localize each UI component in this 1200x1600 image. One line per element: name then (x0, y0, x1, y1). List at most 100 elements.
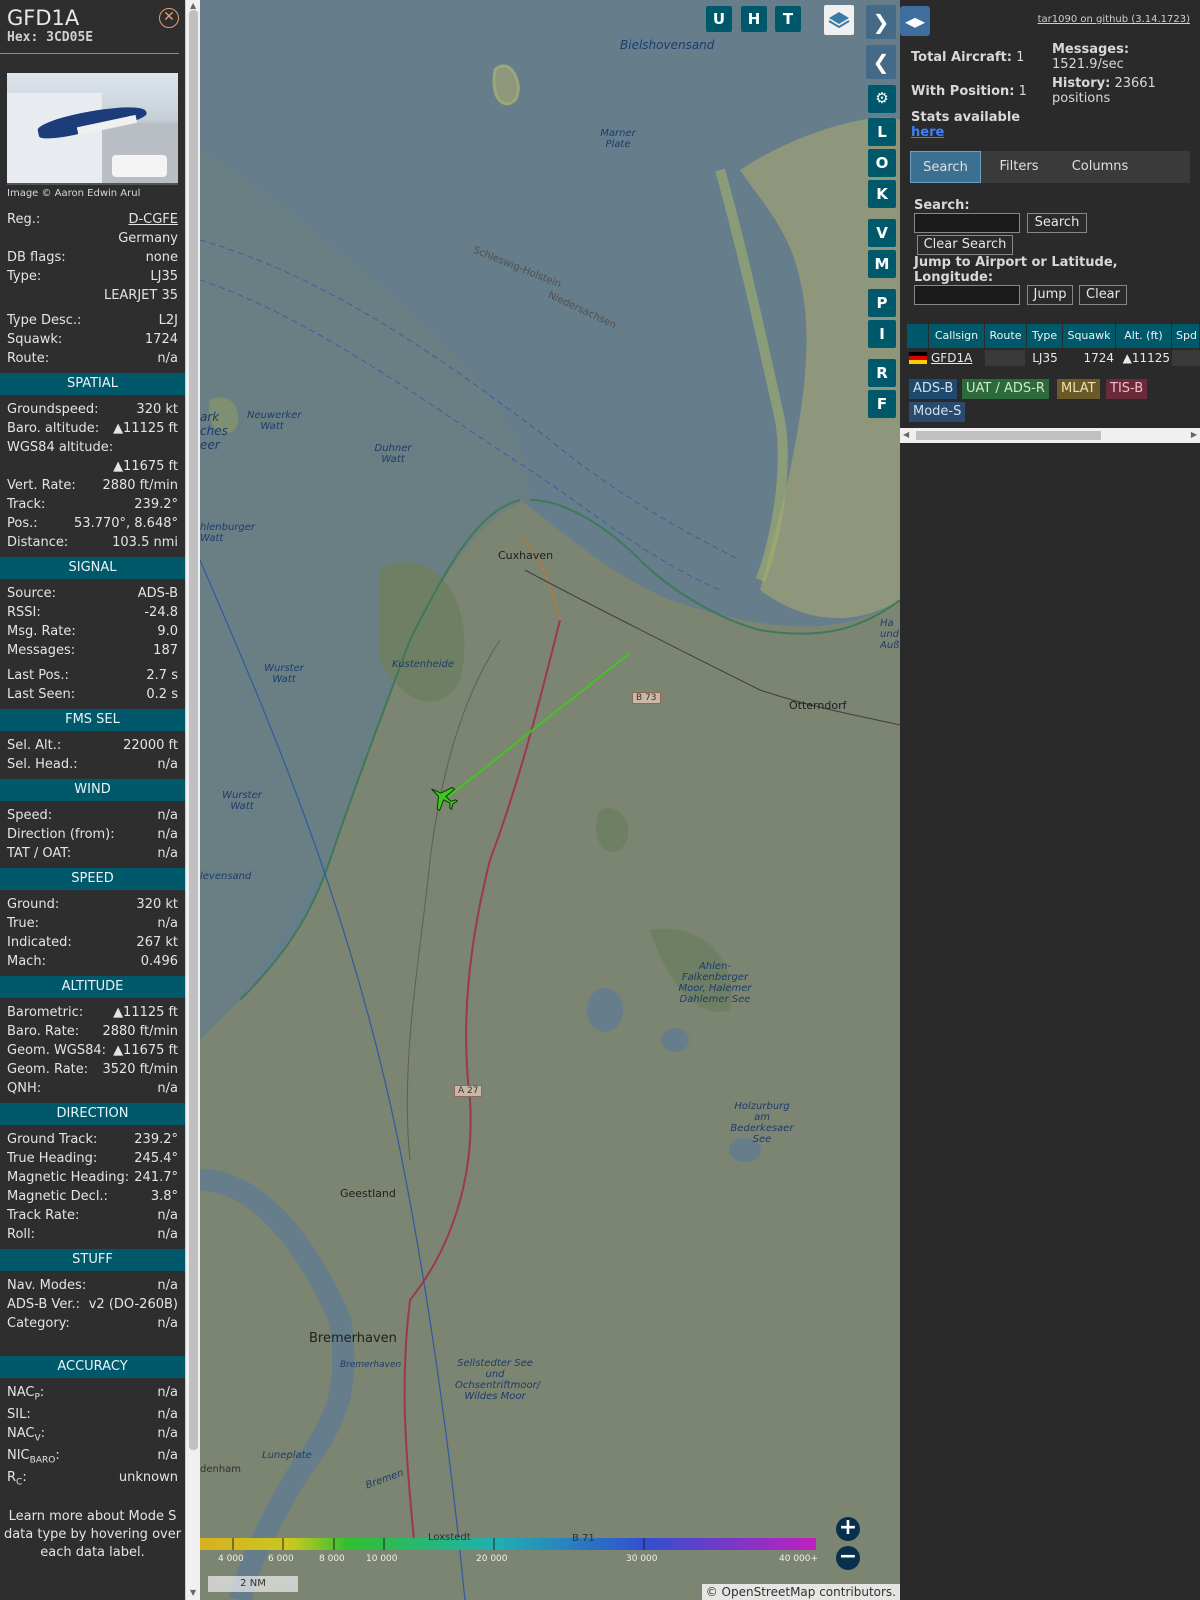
table-header-callsign[interactable]: Callsign (929, 324, 985, 348)
toggle-k-button[interactable]: K (868, 180, 896, 208)
close-icon[interactable]: ✕ (159, 8, 179, 28)
info-scrollbar[interactable]: ▲ ▼ (185, 0, 200, 1600)
table-header-speed[interactable]: Spd (1172, 324, 1200, 348)
geom-wgs-row: Geom. WGS84: ▲11675 ft (7, 1043, 178, 1058)
tab-search[interactable]: Search (910, 151, 981, 183)
section-direction: DIRECTION (0, 1103, 185, 1125)
collapse-left-icon[interactable]: ❮ (866, 45, 896, 79)
mag-decl-row: Magnetic Decl.: 3.8° (7, 1189, 178, 1204)
total-aircraft-stat: Total Aircraft: 1 (911, 50, 1025, 65)
table-header-flag[interactable] (907, 324, 929, 348)
toggle-m-button[interactable]: M (868, 250, 896, 278)
registration-link[interactable]: D-CGFE (128, 210, 178, 229)
aircraft-photo[interactable] (7, 73, 178, 185)
map-label: Neuwerker Watt (247, 410, 302, 432)
jump-input[interactable] (914, 285, 1020, 305)
stats-available: Stats available here (911, 110, 1021, 140)
tab-filters[interactable]: Filters (984, 151, 1054, 183)
section-fms: FMS SEL (0, 709, 185, 731)
table-header-type[interactable]: Type (1027, 324, 1063, 348)
route-row: Route: n/a (7, 351, 178, 366)
section-speed: SPEED (0, 868, 185, 890)
distance-row: Distance: 103.5 nmi (7, 535, 178, 550)
alt-legend-label: 20 000 (476, 1554, 508, 1564)
toggle-r-button[interactable]: R (868, 359, 896, 387)
info-scrollbar-thumb[interactable] (189, 10, 198, 1450)
search-button[interactable]: Search (1027, 213, 1087, 233)
vert-rate-row: Vert. Rate: 2880 ft/min (7, 478, 178, 493)
toggle-sidebar-width-icon[interactable]: ◂▸ (900, 6, 930, 36)
info-header: GFD1A Hex: 3CD05E (0, 0, 179, 54)
toggle-p-button[interactable]: P (868, 289, 896, 317)
settings-gear-icon[interactable]: ⚙ (868, 85, 896, 113)
map-label: Luneplate (262, 1450, 312, 1461)
toggle-f-button[interactable]: F (868, 390, 896, 418)
clear-search-button[interactable]: Clear Search (917, 235, 1013, 255)
map-label: Bremerhaven (340, 1360, 402, 1370)
table-header-route[interactable]: Route (985, 324, 1027, 348)
map-view[interactable]: Bielshovensand Marner Plate Schleswig-Ho… (200, 0, 900, 1600)
true-speed-row: True: n/a (7, 916, 178, 931)
table-header-altitude[interactable]: Alt. (ft) (1116, 324, 1172, 348)
search-input[interactable] (914, 213, 1020, 233)
toggle-h-button[interactable]: H (741, 6, 767, 32)
map-label: Loxstedt (428, 1532, 471, 1543)
accuracy-note: Learn more about Mode S data type by hov… (3, 1509, 182, 1560)
github-link[interactable]: tar1090 on github (3.14.1723) (1038, 14, 1190, 25)
map-label: Kustenheide (392, 659, 455, 670)
map-label: Otterndorf (789, 699, 847, 712)
typedesc-row: Type Desc.: L2J (7, 313, 178, 328)
toggle-v-button[interactable]: V (868, 219, 896, 247)
zoom-out-icon[interactable]: − (836, 1546, 860, 1570)
position-row: Pos.: 53.770°, 8.648° (7, 516, 178, 531)
toggle-l-button[interactable]: L (868, 118, 896, 146)
toggle-o-button[interactable]: O (868, 149, 896, 177)
alt-legend-label: 6 000 (268, 1554, 294, 1564)
tab-columns[interactable]: Columns (1056, 151, 1144, 183)
map-attribution[interactable]: © OpenStreetMap contributors. (701, 1584, 900, 1600)
map-label: Bremerhaven (309, 1331, 397, 1346)
last-pos-row: Last Pos.: 2.7 s (7, 668, 178, 683)
table-scrollbar[interactable]: ◀ ▶ (900, 428, 1200, 443)
with-position-stat: With Position: 1 (911, 84, 1027, 99)
alt-legend-label: 10 000 (366, 1554, 398, 1564)
ground-speed-row: Ground: 320 kt (7, 897, 178, 912)
row-callsign[interactable]: GFD1A (931, 350, 972, 366)
expand-right-icon[interactable]: ❯ (866, 5, 896, 39)
wind-dir-row: Direction (from): n/a (7, 827, 178, 842)
nacp-row: NACP: n/a (7, 1385, 178, 1403)
jump-button[interactable]: Jump (1027, 285, 1073, 305)
toggle-t-button[interactable]: T (775, 6, 801, 32)
aircraft-callsign: GFD1A (7, 6, 80, 30)
table-scrollbar-thumb[interactable] (916, 431, 1101, 440)
ground-track-row: Ground Track: 239.2° (7, 1132, 178, 1147)
photo-credit: Image © Aaron Edwin Arul (7, 188, 141, 199)
toggle-i-button[interactable]: I (868, 320, 896, 348)
squawk-row: Squawk: 1724 (7, 332, 178, 347)
legend-modes: Mode-S (909, 402, 966, 422)
table-header-squawk[interactable]: Squawk (1063, 324, 1116, 348)
aircraft-hex: Hex: 3CD05E (7, 30, 94, 45)
alt-legend-label: 8 000 (319, 1554, 345, 1564)
row-speed (1172, 350, 1200, 366)
road-label: A 27 (454, 1085, 483, 1097)
clear-button[interactable]: Clear (1079, 285, 1127, 305)
nacv-row: NACV: n/a (7, 1426, 178, 1444)
map-label: Ha und Auße (880, 618, 900, 651)
qnh-row: QNH: n/a (7, 1081, 178, 1096)
layers-icon[interactable] (824, 5, 854, 35)
source-row: Source: ADS-B (7, 586, 178, 601)
category-row: Category: n/a (7, 1316, 178, 1331)
zoom-in-icon[interactable]: + (836, 1517, 860, 1541)
section-stuff: STUFF (0, 1249, 185, 1271)
legend-mlat: MLAT (1057, 379, 1100, 399)
map-label: Geestland (340, 1187, 396, 1200)
last-seen-row: Last Seen: 0.2 s (7, 687, 178, 702)
jump-label: Jump to Airport or Latitude, Longitude: (914, 255, 1118, 285)
map-scale: 2 NM (208, 1576, 298, 1592)
toggle-u-button[interactable]: U (706, 6, 732, 32)
section-signal: SIGNAL (0, 557, 185, 579)
stats-here-link[interactable]: here (911, 125, 944, 140)
aircraft-info-panel: GFD1A Hex: 3CD05E ✕ Image © Aaron Edwin … (0, 0, 185, 1600)
row-altitude: ▲11125 (1122, 351, 1170, 365)
